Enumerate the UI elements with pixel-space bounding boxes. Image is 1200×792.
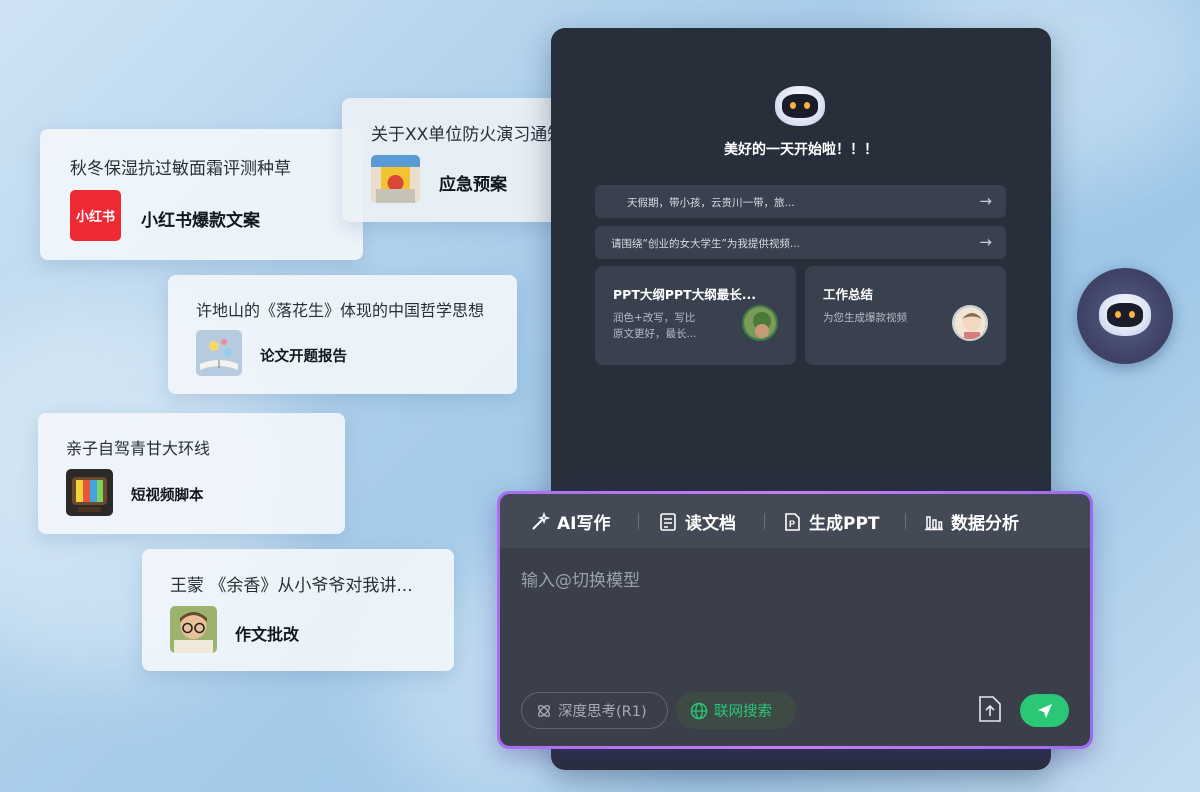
card-title: 秋冬保湿抗过敏面霜评测种草 (70, 159, 291, 179)
suggested-prompt[interactable]: 请围绕“创业的女大学生”为我提供视频... → (595, 226, 1006, 259)
tile-title: 工作总结 (823, 287, 874, 302)
tool-label: 读文档 (685, 514, 736, 534)
tool-label: 数据分析 (951, 514, 1019, 534)
tile-avatar (952, 305, 988, 341)
bar-chart-icon (925, 515, 943, 530)
tile-title: PPT大纲PPT大纲最长... (613, 287, 756, 302)
tool-label: AI写作 (557, 514, 611, 534)
child-reading-thumbnail (170, 606, 217, 653)
card-title: 许地山的《落花生》体现的中国哲学思想 (196, 301, 485, 320)
svg-text:P: P (789, 519, 795, 529)
robot-mascot-icon (1099, 294, 1151, 336)
web-search-toggle[interactable]: 联网搜索 (676, 692, 796, 729)
feature-tile-summary[interactable]: 工作总结 为您生成爆款视频 (805, 266, 1006, 365)
assistant-launcher-button[interactable] (1077, 268, 1173, 364)
card-label: 应急预案 (439, 175, 507, 195)
upload-file-button[interactable] (978, 695, 1002, 723)
atom-icon (537, 704, 551, 717)
tool-label: 生成PPT (809, 514, 880, 534)
web-search-label: 联网搜索 (714, 704, 772, 720)
tool-read-document[interactable]: 读文档 (658, 509, 736, 534)
tool-generate-ppt[interactable]: P 生成PPT (782, 509, 880, 534)
send-button[interactable] (1020, 694, 1069, 727)
arrow-right-icon: → (979, 192, 992, 210)
xiaohongshu-logo-text: 小红书 (75, 210, 115, 225)
message-input[interactable]: 输入@切换模型 (521, 566, 640, 591)
composer-toolbar: AI写作 读文档 P 生成PPT 数据分析 (500, 494, 1090, 548)
card-title: 王蒙 《余香》从小爷爷对我讲... (170, 576, 413, 596)
suggested-prompt[interactable]: 天假期，带小孩，云贵川一带，旅... → (595, 185, 1006, 218)
magic-wand-icon (532, 511, 550, 530)
ppt-file-icon: P (785, 512, 800, 531)
chat-composer: AI写作 读文档 P 生成PPT 数据分析 输入@切换模型 深度思考(R1) 联… (497, 491, 1093, 749)
tile-avatar (742, 305, 778, 341)
xiaohongshu-logo: 小红书 (70, 190, 121, 241)
greeting-text: 美好的一天开始啦！！！ (724, 142, 878, 158)
globe-icon (690, 702, 708, 719)
card-title: 亲子自驾青甘大环线 (66, 439, 211, 458)
tool-ai-writing[interactable]: AI写作 (530, 509, 610, 534)
prompt-text: 请围绕“创业的女大学生”为我提供视频... (611, 238, 800, 250)
emergency-thumbnail (371, 155, 420, 203)
book-thumbnail (196, 330, 242, 376)
send-icon (1037, 703, 1052, 718)
document-icon (660, 512, 676, 531)
deep-think-toggle[interactable]: 深度思考(R1) (521, 692, 668, 729)
card-label: 短视频脚本 (131, 488, 204, 504)
tile-subtitle: 润色+改写，写比原文更好，最长... (613, 312, 697, 340)
card-title: 关于XX单位防火演习通知 (371, 125, 565, 145)
feature-tile-ppt[interactable]: PPT大纲PPT大纲最长... 润色+改写，写比原文更好，最长... (595, 266, 796, 365)
arrow-right-icon: → (979, 233, 992, 251)
tv-thumbnail (66, 469, 113, 516)
template-card-xiaohongshu[interactable]: 秋冬保湿抗过敏面霜评测种草 小红书 小红书爆款文案 (40, 129, 363, 260)
tool-data-analysis[interactable]: 数据分析 (924, 509, 1019, 534)
robot-mascot-icon (775, 86, 825, 126)
upload-icon (979, 696, 1001, 722)
deep-think-label: 深度思考(R1) (558, 704, 647, 720)
card-label: 作文批改 (235, 625, 300, 644)
card-label: 小红书爆款文案 (141, 211, 260, 231)
card-label: 论文开题报告 (260, 349, 347, 365)
template-card-essay[interactable]: 王蒙 《余香》从小爷爷对我讲... 作文批改 (142, 549, 454, 671)
tile-subtitle: 为您生成爆款视频 (823, 312, 907, 324)
template-card-video-script[interactable]: 亲子自驾青甘大环线 短视频脚本 (38, 413, 345, 534)
prompt-text: 天假期，带小孩，云贵川一带，旅... (627, 197, 795, 209)
template-card-thesis[interactable]: 许地山的《落花生》体现的中国哲学思想 论文开题报告 (168, 275, 517, 394)
